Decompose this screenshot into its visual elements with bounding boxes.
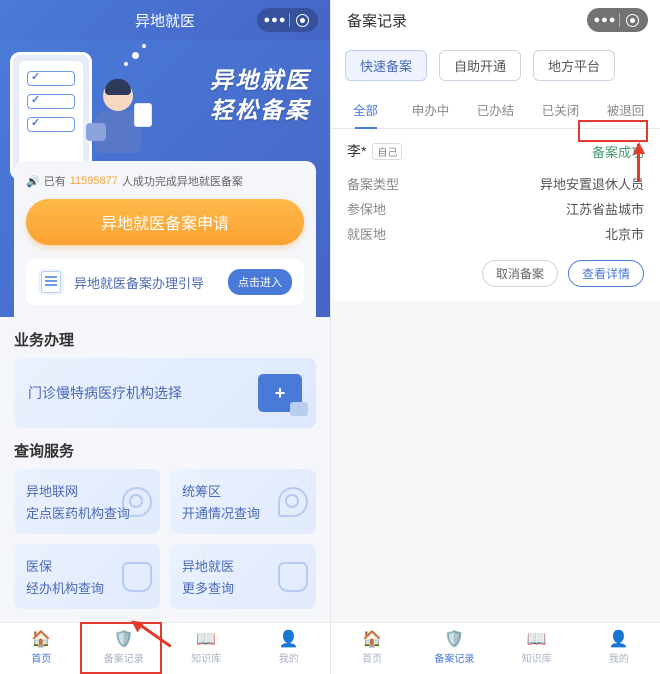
kv-type: 备案类型异地安置退休人员: [347, 171, 644, 196]
slogan-line1: 异地就医: [210, 66, 310, 96]
pill-quick[interactable]: 快速备案: [345, 50, 427, 81]
miniapp-capsule[interactable]: ●●●: [587, 8, 648, 32]
hero-banner: 异地就医 轻松备案 🔊 已有 11595877 人成功完成异地就医备案 异地就医…: [0, 40, 330, 317]
pill-local[interactable]: 地方平台: [533, 50, 615, 81]
tab-all[interactable]: 全部: [333, 91, 398, 128]
applicant-name: 李*: [347, 141, 366, 161]
query-card-more[interactable]: 异地就医更多查询: [170, 544, 316, 609]
pill-self[interactable]: 自助开通: [439, 50, 521, 81]
chronic-care-card[interactable]: 门诊慢特病医疗机构选择: [14, 358, 316, 428]
pin-icon: [122, 487, 152, 517]
hospital-icon: [258, 374, 302, 412]
bottom-tabbar: 🏠首页 🛡️备案记录 📖知识库 👤我的: [0, 622, 330, 674]
menu-icon[interactable]: ●●●: [261, 14, 289, 26]
tab-me[interactable]: 👤我的: [248, 623, 331, 674]
person-illustration: [92, 81, 144, 161]
cancel-filing-button[interactable]: 取消备案: [482, 260, 558, 287]
filter-pill-row: 快速备案 自助开通 地方平台: [331, 40, 660, 91]
page-title: 异地就医: [135, 10, 195, 31]
miniapp-capsule[interactable]: ●●●: [257, 8, 318, 32]
tab-done[interactable]: 已办结: [463, 91, 528, 128]
shield-icon: [278, 562, 308, 592]
tab-home[interactable]: 🏠首页: [331, 623, 413, 674]
tab-home[interactable]: 🏠首页: [0, 623, 83, 674]
tab-records[interactable]: 🛡️备案记录: [83, 623, 166, 674]
home-icon: 🏠: [31, 632, 51, 648]
close-icon[interactable]: [620, 8, 644, 32]
titlebar: 异地就医 ●●●: [0, 0, 330, 40]
home-icon: 🏠: [362, 632, 382, 648]
query-card-agency[interactable]: 医保经办机构查询: [14, 544, 160, 609]
section-title-query: 查询服务: [0, 428, 330, 469]
query-card-region[interactable]: 统筹区开通情况查询: [170, 469, 316, 534]
shield-icon: [122, 562, 152, 592]
view-details-button[interactable]: 查看详情: [568, 260, 644, 287]
guide-label: 异地就医备案办理引导: [74, 273, 218, 292]
success-count-text: 🔊 已有 11595877 人成功完成异地就医备案: [26, 173, 304, 189]
tab-me[interactable]: 👤我的: [578, 623, 660, 674]
page-title: 备案记录: [347, 10, 407, 31]
kv-dest: 就医地北京市: [347, 221, 644, 246]
doc-icon: [38, 269, 64, 295]
query-card-network[interactable]: 异地联网定点医药机构查询: [14, 469, 160, 534]
user-icon: 👤: [279, 632, 299, 648]
tab-kb[interactable]: 📖知识库: [496, 623, 578, 674]
record-card[interactable]: 李* 自己 备案成功 备案类型异地安置退休人员 参保地江苏省盐城市 就医地北京市…: [331, 129, 660, 301]
records-icon: 🛡️: [444, 632, 464, 648]
section-title-biz: 业务办理: [0, 317, 330, 358]
tab-kb[interactable]: 📖知识库: [165, 623, 248, 674]
pin-icon: [278, 487, 308, 517]
tab-rejected[interactable]: 被退回: [593, 91, 658, 128]
menu-icon[interactable]: ●●●: [591, 14, 619, 26]
book-icon: 📖: [196, 632, 216, 648]
user-icon: 👤: [609, 632, 629, 648]
titlebar: 备案记录 ●●●: [331, 0, 660, 40]
slogan-line2: 轻松备案: [210, 96, 310, 126]
relation-tag: 自己: [372, 143, 402, 160]
guide-card[interactable]: 异地就医备案办理引导 点击进入: [26, 259, 304, 305]
apply-filing-button[interactable]: 异地就医备案申请: [26, 199, 304, 245]
sound-icon: 🔊: [26, 175, 40, 188]
book-icon: 📖: [527, 632, 547, 648]
status-tabs: 全部 申办中 已办结 已关闭 被退回: [331, 91, 660, 129]
screen-records: 备案记录 ●●● 快速备案 自助开通 地方平台 全部 申办中 已办结 已关闭 被…: [330, 0, 660, 674]
tab-processing[interactable]: 申办中: [398, 91, 463, 128]
enter-guide-button[interactable]: 点击进入: [228, 269, 292, 295]
screen-home: 异地就医 ●●● 异地就医 轻松备案 🔊 已有 11595877: [0, 0, 330, 674]
tab-records[interactable]: 🛡️备案记录: [413, 623, 495, 674]
tab-closed[interactable]: 已关闭: [528, 91, 593, 128]
records-icon: 🛡️: [114, 632, 134, 648]
bottom-tabbar: 🏠首页 🛡️备案记录 📖知识库 👤我的: [331, 622, 660, 674]
kv-insured: 参保地江苏省盐城市: [347, 196, 644, 221]
close-icon[interactable]: [290, 8, 314, 32]
count-number: 11595877: [70, 175, 118, 187]
